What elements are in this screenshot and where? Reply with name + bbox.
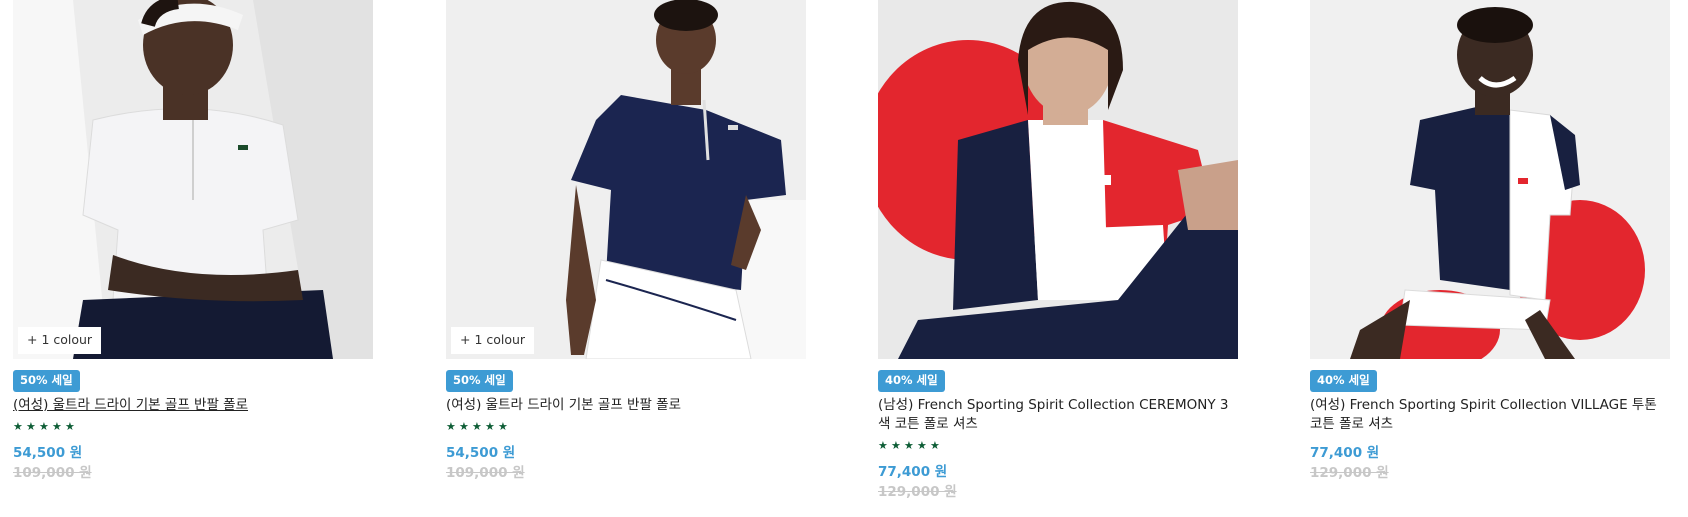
discount-badge: 40% 세일 <box>878 370 945 392</box>
product-photo-illustration <box>878 0 1238 359</box>
original-price: 129,000 원 <box>1310 465 1389 481</box>
product-card[interactable]: + 1 colour 50% 세일 (여성) 울트라 드라이 기본 골프 반팔 … <box>13 0 373 482</box>
star-icon: ★ <box>917 439 927 452</box>
star-icon: ★ <box>459 420 469 433</box>
star-icon: ★ <box>930 439 940 452</box>
product-grid: + 1 colour 50% 세일 (여성) 울트라 드라이 기본 골프 반팔 … <box>0 0 1688 517</box>
discount-badge: 40% 세일 <box>1310 370 1377 392</box>
star-icon: ★ <box>65 420 75 433</box>
star-icon: ★ <box>498 420 508 433</box>
product-card[interactable]: + 1 colour 50% 세일 (여성) 울트라 드라이 기본 골프 반팔 … <box>446 0 806 482</box>
colour-count-tag[interactable]: + 1 colour <box>18 327 102 354</box>
product-title-link[interactable]: (여성) 울트라 드라이 기본 골프 반팔 폴로 <box>13 396 373 415</box>
discount-badge: 50% 세일 <box>13 370 80 392</box>
star-icon: ★ <box>39 420 49 433</box>
product-image[interactable]: + 1 colour <box>446 0 806 359</box>
product-image[interactable] <box>878 0 1238 359</box>
star-icon: ★ <box>891 439 901 452</box>
star-icon: ★ <box>52 420 62 433</box>
star-icon: ★ <box>26 420 36 433</box>
sale-price: 54,500 원 <box>13 445 83 461</box>
star-icon: ★ <box>472 420 482 433</box>
original-price: 109,000 원 <box>446 465 525 481</box>
colour-count-tag[interactable]: + 1 colour <box>451 327 535 354</box>
product-photo-illustration <box>13 0 373 359</box>
original-price: 129,000 원 <box>878 484 957 500</box>
product-image[interactable] <box>1310 0 1670 359</box>
star-icon: ★ <box>904 439 914 452</box>
star-icon: ★ <box>878 439 888 452</box>
rating-stars: ★ ★ ★ ★ ★ <box>878 439 1238 455</box>
star-icon: ★ <box>13 420 23 433</box>
star-icon: ★ <box>446 420 456 433</box>
product-title-link[interactable]: (남성) French Sporting Spirit Collection C… <box>878 396 1238 434</box>
product-title-link[interactable]: (여성) 울트라 드라이 기본 골프 반팔 폴로 <box>446 396 806 415</box>
product-card[interactable]: 40% 세일 (남성) French Sporting Spirit Colle… <box>878 0 1238 501</box>
product-photo-illustration <box>446 0 806 359</box>
sale-price: 54,500 원 <box>446 445 516 461</box>
discount-badge: 50% 세일 <box>446 370 513 392</box>
rating-stars: ★ ★ ★ ★ ★ <box>446 420 806 436</box>
product-photo-illustration <box>1310 0 1670 359</box>
rating-stars: ★ ★ ★ ★ ★ <box>13 420 373 436</box>
sale-price: 77,400 원 <box>1310 445 1380 461</box>
original-price: 109,000 원 <box>13 465 92 481</box>
product-card[interactable]: 40% 세일 (여성) French Sporting Spirit Colle… <box>1310 0 1670 482</box>
product-image[interactable]: + 1 colour <box>13 0 373 359</box>
product-title-link[interactable]: (여성) French Sporting Spirit Collection V… <box>1310 396 1670 434</box>
sale-price: 77,400 원 <box>878 464 948 480</box>
star-icon: ★ <box>485 420 495 433</box>
